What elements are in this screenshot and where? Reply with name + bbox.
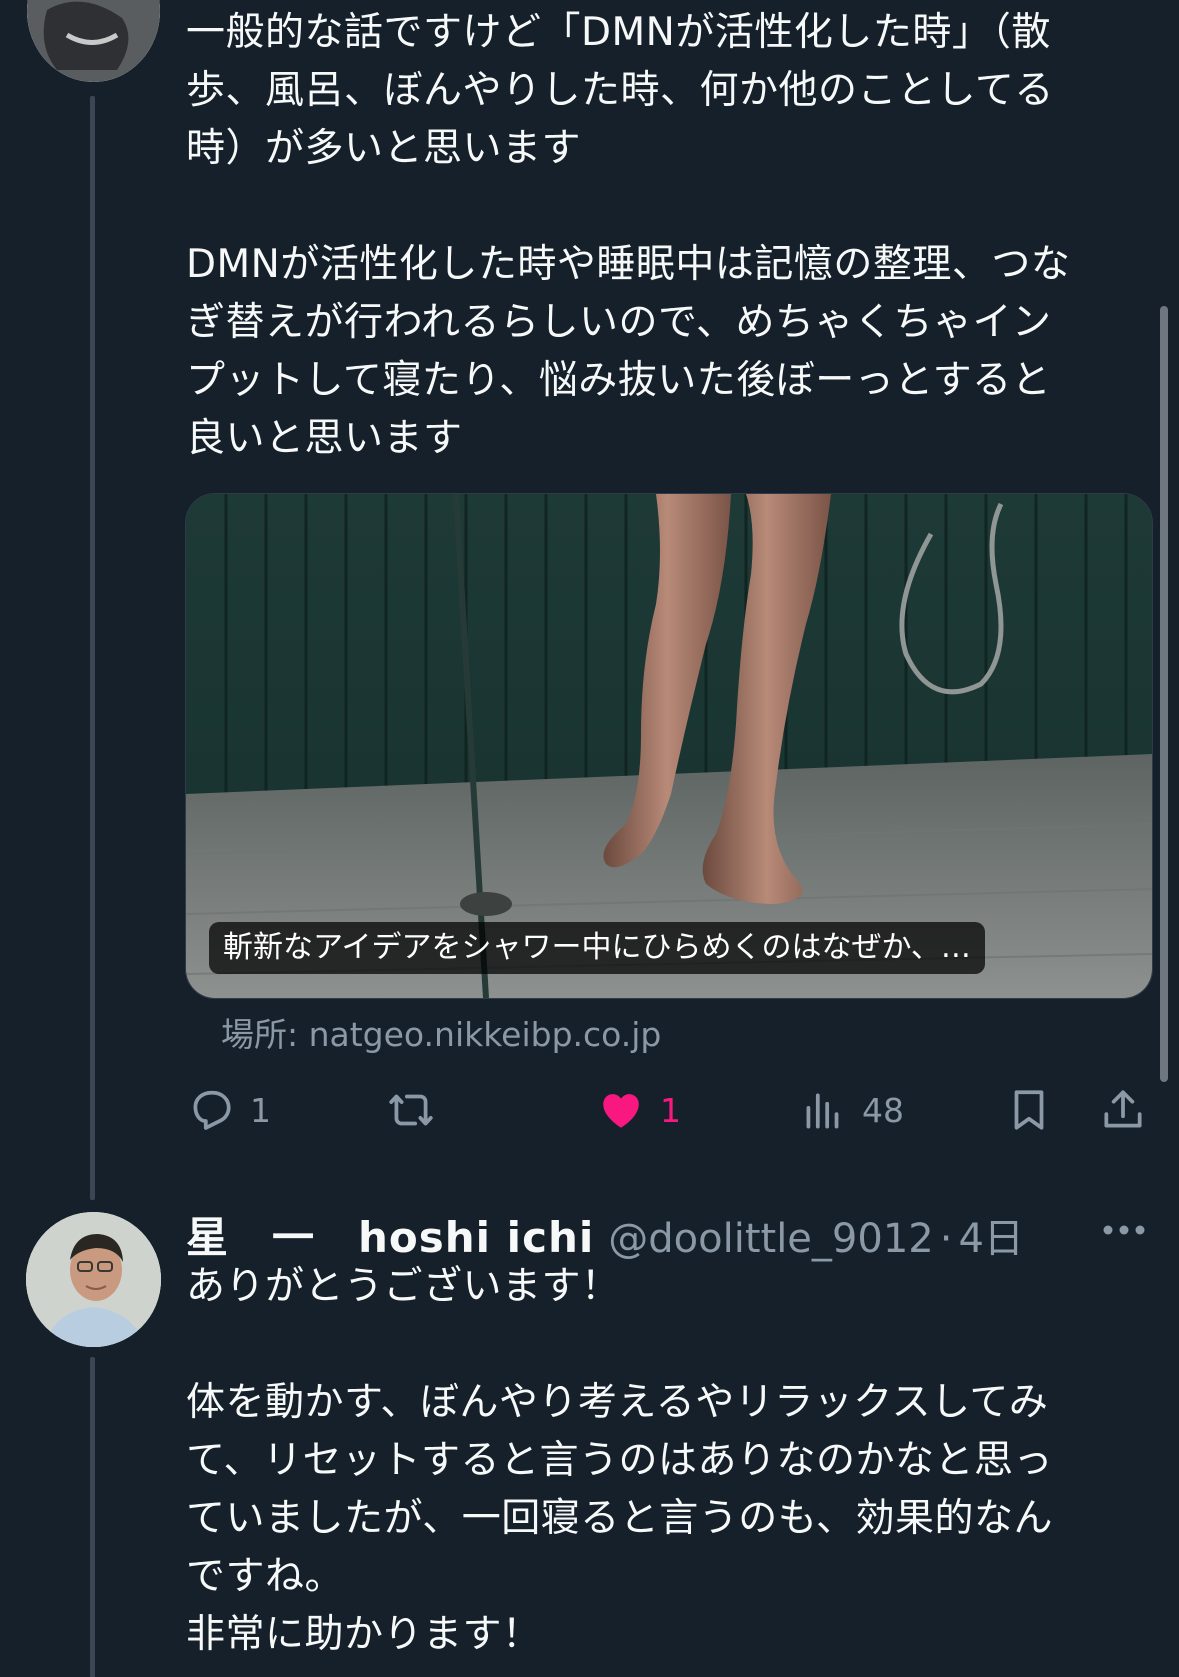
- thread-line: [90, 96, 95, 1200]
- tweet-header: 星 一 hoshi ichi @doolittle_9012 · 4日: [186, 1204, 1024, 1262]
- more-icon: [1103, 1225, 1145, 1235]
- separator: ·: [939, 1216, 953, 1262]
- more-button[interactable]: [1100, 1210, 1148, 1250]
- tweet-actions: 1 1 48: [186, 1080, 1146, 1140]
- share-button[interactable]: [1098, 1080, 1148, 1140]
- like-count: 1: [660, 1090, 681, 1130]
- display-name[interactable]: 星 一 hoshi ichi: [186, 1204, 594, 1265]
- tweet-text: 一般的な話ですけど「DMNが活性化した時」（散 歩、風呂、ぼんやりした時、何か他…: [186, 10, 1071, 461]
- scrollbar[interactable]: [1160, 306, 1168, 1082]
- reply-icon: [193, 1090, 231, 1130]
- reply-button[interactable]: 1: [186, 1080, 271, 1140]
- reply-count: 1: [250, 1090, 271, 1130]
- views-icon: [806, 1093, 839, 1129]
- heart-filled-icon: [603, 1094, 639, 1128]
- retweet-button[interactable]: [386, 1080, 450, 1140]
- user-handle[interactable]: @doolittle_9012: [608, 1216, 933, 1262]
- bookmark-icon: [1014, 1090, 1044, 1130]
- views-button[interactable]: 48: [798, 1080, 904, 1140]
- card-source[interactable]: 場所: natgeo.nikkeibp.co.jp: [221, 1012, 661, 1058]
- avatar[interactable]: [27, 0, 160, 82]
- timeline: 一般的な話ですけど「DMNが活性化した時」（散 歩、風呂、ぼんやりした時、何か他…: [0, 0, 1179, 1677]
- views-count: 48: [862, 1090, 904, 1130]
- retweet-icon: [389, 1094, 433, 1126]
- card-title: 斬新なアイデアをシャワー中にひらめくのはなぜか、…: [209, 922, 985, 974]
- thread-line: [90, 1357, 95, 1677]
- tweet-text: ありがとうございます！ 体を動かす、ぼんやり考えるやリラックスしてみ て、リセッ…: [186, 1264, 1054, 1657]
- timestamp[interactable]: 4日: [958, 1206, 1023, 1264]
- bookmark-button[interactable]: [1004, 1080, 1054, 1140]
- avatar[interactable]: [26, 1212, 161, 1347]
- link-card[interactable]: 斬新なアイデアをシャワー中にひらめくのはなぜか、…: [185, 493, 1153, 999]
- share-icon: [1104, 1090, 1142, 1128]
- like-button[interactable]: 1: [596, 1080, 681, 1140]
